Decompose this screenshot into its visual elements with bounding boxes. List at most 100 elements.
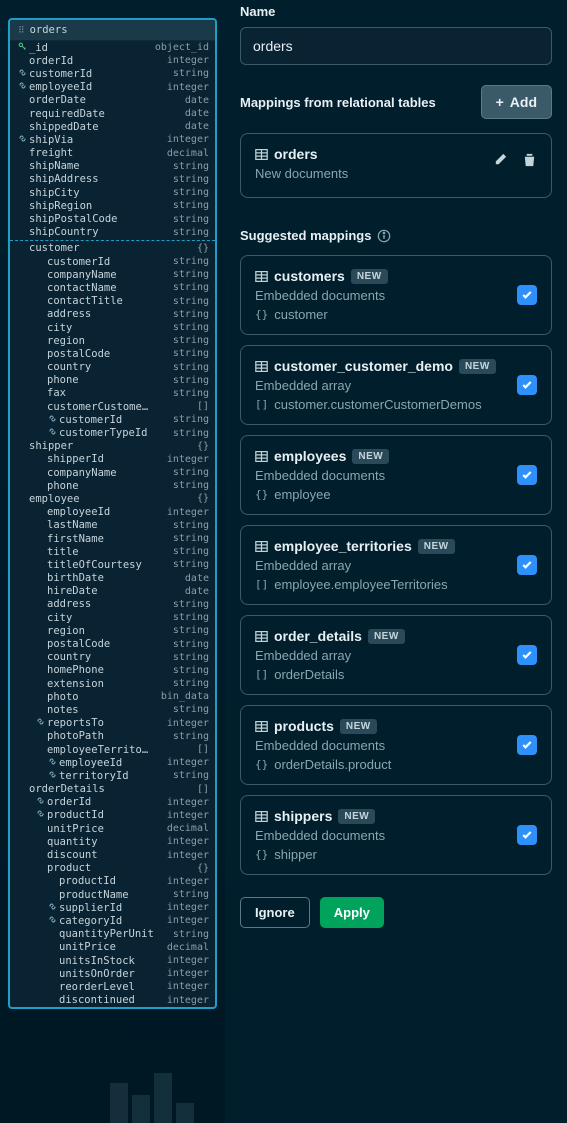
field-row[interactable]: employeeIdinteger — [10, 506, 215, 519]
field-row[interactable]: shipCitystring — [10, 186, 215, 199]
field-row[interactable]: shipperIdinteger — [10, 453, 215, 466]
field-row[interactable]: territoryIdstring — [10, 769, 215, 782]
field-row[interactable]: faxstring — [10, 387, 215, 400]
field-type: integer — [167, 718, 209, 729]
field-type: string — [173, 296, 209, 307]
field-row[interactable]: freightdecimal — [10, 147, 215, 160]
field-row[interactable]: photobin_data — [10, 690, 215, 703]
field-row[interactable]: citystring — [10, 321, 215, 334]
field-row[interactable]: citystring — [10, 611, 215, 624]
field-row[interactable]: shippedDatedate — [10, 120, 215, 133]
field-name: contactName — [47, 282, 173, 294]
field-row[interactable]: reorderLevelinteger — [10, 980, 215, 993]
field-row[interactable]: regionstring — [10, 624, 215, 637]
field-row[interactable]: addressstring — [10, 308, 215, 321]
suggested-mapping-name: shippers — [274, 808, 332, 824]
field-row[interactable]: customerTypeIdstring — [10, 426, 215, 439]
field-row[interactable]: discountinteger — [10, 848, 215, 861]
field-type: {} — [197, 493, 209, 504]
field-row[interactable]: companyNamestring — [10, 466, 215, 479]
field-row[interactable]: shipPostalCodestring — [10, 212, 215, 225]
field-row[interactable]: quantityPerUnitstring — [10, 928, 215, 941]
field-row[interactable]: contactTitlestring — [10, 295, 215, 308]
field-row[interactable]: unitPricedecimal — [10, 941, 215, 954]
suggested-checkbox[interactable] — [517, 825, 537, 845]
field-row[interactable]: contactNamestring — [10, 281, 215, 294]
field-row[interactable]: employee{} — [10, 492, 215, 505]
suggested-checkbox[interactable] — [517, 735, 537, 755]
suggested-checkbox[interactable] — [517, 375, 537, 395]
field-row[interactable]: _idobject_id — [10, 41, 215, 54]
field-row[interactable]: unitsOnOrderinteger — [10, 967, 215, 980]
field-row[interactable]: product{} — [10, 862, 215, 875]
field-row[interactable]: notesstring — [10, 703, 215, 716]
suggested-checkbox[interactable] — [517, 555, 537, 575]
field-row[interactable]: productIdinteger — [10, 809, 215, 822]
mappings-header-title: Mappings from relational tables — [240, 95, 436, 110]
field-row[interactable]: firstNamestring — [10, 532, 215, 545]
field-row[interactable]: postalCodestring — [10, 637, 215, 650]
suggested-checkbox[interactable] — [517, 645, 537, 665]
field-row[interactable]: customerIdstring — [10, 413, 215, 426]
field-row[interactable]: orderDetails[] — [10, 783, 215, 796]
field-row[interactable]: postalCodestring — [10, 347, 215, 360]
field-row[interactable]: orderIdinteger — [10, 54, 215, 67]
field-row[interactable]: supplierIdinteger — [10, 901, 215, 914]
field-row[interactable]: titlestring — [10, 545, 215, 558]
field-row[interactable]: shipper{} — [10, 440, 215, 453]
field-row[interactable]: extensionstring — [10, 677, 215, 690]
field-row[interactable]: quantityinteger — [10, 835, 215, 848]
field-row[interactable]: shipRegionstring — [10, 199, 215, 212]
field-row[interactable]: customerIdstring — [10, 255, 215, 268]
field-row[interactable]: shipViainteger — [10, 133, 215, 146]
field-row[interactable]: orderDatedate — [10, 94, 215, 107]
drag-handle-icon[interactable]: ⠿ — [18, 25, 26, 36]
field-row[interactable]: photoPathstring — [10, 730, 215, 743]
suggested-checkbox[interactable] — [517, 285, 537, 305]
field-row[interactable]: shipNamestring — [10, 160, 215, 173]
delete-icon[interactable] — [522, 152, 537, 172]
add-mapping-button[interactable]: + Add — [481, 85, 552, 119]
field-row[interactable]: discontinuedinteger — [10, 994, 215, 1007]
field-row[interactable]: regionstring — [10, 334, 215, 347]
info-icon[interactable] — [377, 229, 391, 243]
field-row[interactable]: lastNamestring — [10, 519, 215, 532]
field-row[interactable]: hireDatedate — [10, 585, 215, 598]
field-list: _idobject_idorderIdintegercustomerIdstri… — [10, 41, 215, 1007]
schema-header[interactable]: ⠿ orders — [10, 20, 215, 41]
field-row[interactable]: countrystring — [10, 361, 215, 374]
field-name: quantity — [47, 836, 167, 848]
field-row[interactable]: employeeIdinteger — [10, 756, 215, 769]
field-row[interactable]: productNamestring — [10, 888, 215, 901]
link-icon — [34, 717, 46, 729]
ignore-button[interactable]: Ignore — [240, 897, 310, 928]
field-name: address — [47, 598, 173, 610]
field-row[interactable]: customerCustome…[] — [10, 400, 215, 413]
field-row[interactable]: requiredDatedate — [10, 107, 215, 120]
name-input[interactable] — [240, 27, 552, 65]
field-type: string — [173, 375, 209, 386]
field-row[interactable]: employeeTerrito…[] — [10, 743, 215, 756]
field-row[interactable]: addressstring — [10, 598, 215, 611]
field-row[interactable]: productIdinteger — [10, 875, 215, 888]
field-row[interactable]: shipCountrystring — [10, 226, 215, 239]
field-row[interactable]: unitPricedecimal — [10, 822, 215, 835]
field-row[interactable]: customerIdstring — [10, 67, 215, 80]
field-row[interactable]: phonestring — [10, 479, 215, 492]
field-row[interactable]: birthDatedate — [10, 572, 215, 585]
field-row[interactable]: companyNamestring — [10, 268, 215, 281]
field-row[interactable]: phonestring — [10, 374, 215, 387]
field-row[interactable]: shipAddressstring — [10, 173, 215, 186]
field-row[interactable]: orderIdinteger — [10, 796, 215, 809]
apply-button[interactable]: Apply — [320, 897, 384, 928]
field-row[interactable]: unitsInStockinteger — [10, 954, 215, 967]
field-row[interactable]: titleOfCourtesystring — [10, 558, 215, 571]
field-row[interactable]: customer{} — [10, 242, 215, 255]
field-row[interactable]: categoryIdinteger — [10, 914, 215, 927]
field-row[interactable]: reportsTointeger — [10, 717, 215, 730]
field-row[interactable]: countrystring — [10, 651, 215, 664]
field-row[interactable]: homePhonestring — [10, 664, 215, 677]
suggested-checkbox[interactable] — [517, 465, 537, 485]
field-row[interactable]: employeeIdinteger — [10, 81, 215, 94]
edit-icon[interactable] — [493, 152, 508, 172]
